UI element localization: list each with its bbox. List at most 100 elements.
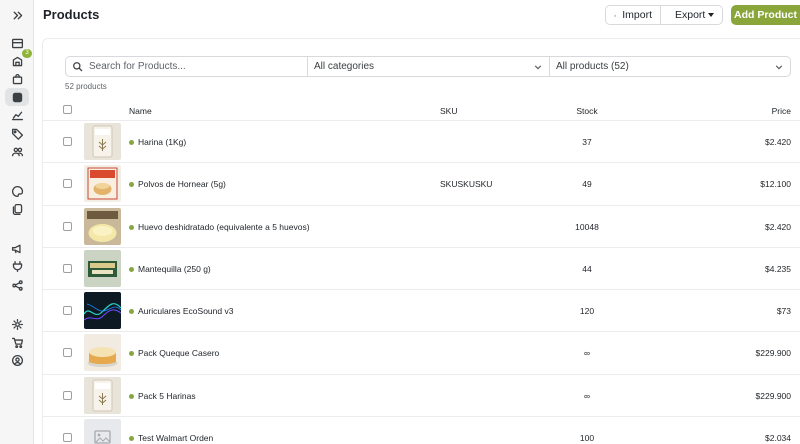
product-name[interactable]: Test Walmart Orden	[138, 433, 213, 443]
table-row[interactable]: Test Walmart Orden 100 $2.034	[43, 417, 800, 444]
pages-icon	[12, 203, 22, 215]
chevron-down-icon	[534, 63, 542, 71]
row-checkbox[interactable]	[63, 306, 72, 316]
sidebar-item-discounts[interactable]	[5, 124, 29, 142]
page-header: Products Import Export Add Product	[34, 0, 800, 34]
product-name[interactable]: Polvos de Hornear (5g)	[138, 179, 226, 189]
column-header-stock[interactable]: Stock	[543, 106, 631, 116]
filter-bar: All categories All products (52)	[65, 56, 791, 77]
sidebar-item-channels[interactable]	[5, 276, 29, 294]
cart-icon	[11, 337, 23, 348]
product-price: $73	[776, 306, 791, 317]
row-checkbox[interactable]	[63, 179, 72, 189]
page-title: Products	[43, 7, 100, 22]
status-dot	[129, 393, 134, 399]
product-name[interactable]: Mantequilla (250 g)	[138, 264, 211, 274]
import-icon	[614, 14, 616, 16]
expand-sidebar-button[interactable]	[5, 6, 29, 24]
sidebar-item-pages[interactable]	[5, 200, 29, 218]
product-stock: 49	[582, 179, 592, 190]
product-price: $12.100	[760, 179, 791, 190]
sidebar-item-design[interactable]	[5, 182, 29, 200]
product-stock: 10048	[575, 221, 599, 232]
product-thumbnail	[84, 249, 121, 287]
column-header-price[interactable]: Price	[772, 106, 791, 116]
status-dot	[129, 309, 134, 315]
import-label: Import	[622, 9, 652, 21]
product-stock: 120	[579, 306, 595, 317]
status-dot	[129, 266, 134, 272]
product-price: $4.235	[765, 263, 791, 274]
product-thumbnail	[84, 207, 121, 245]
product-thumbnail	[84, 292, 121, 330]
status-dot	[129, 436, 134, 442]
search-icon	[73, 62, 83, 72]
row-checkbox[interactable]	[63, 390, 72, 400]
sidebar-item-settings[interactable]	[5, 315, 29, 333]
product-name[interactable]: Huevo deshidratado (equivalente a 5 huev…	[138, 222, 310, 232]
sidebar-item-cart[interactable]	[5, 333, 29, 351]
table-row[interactable]: Pack Queque Casero ∞ $229.900	[43, 332, 800, 375]
customers-icon	[11, 147, 23, 156]
palette-icon	[11, 185, 23, 197]
product-stock: ∞	[583, 348, 591, 359]
product-price: $2.420	[765, 221, 791, 232]
table-header: Name SKU Stock Price	[43, 99, 800, 121]
product-price: $2.420	[765, 137, 791, 147]
account-icon	[11, 354, 23, 366]
sidebar-item-account[interactable]	[5, 351, 29, 369]
row-checkbox[interactable]	[63, 137, 72, 146]
product-name[interactable]: Pack Queque Casero	[138, 348, 219, 358]
sidebar-item-customers[interactable]	[5, 142, 29, 160]
expand-icon	[13, 11, 22, 19]
chevron-down-icon	[775, 63, 783, 71]
product-stock: 37	[582, 137, 592, 147]
store-icon	[11, 38, 23, 48]
product-thumbnail	[84, 419, 121, 444]
product-name[interactable]: Harina (1Kg)	[138, 137, 186, 147]
import-button[interactable]: Import	[605, 5, 661, 25]
table-row[interactable]: Mantequilla (250 g) 44 $4.235	[43, 248, 800, 291]
search-box	[66, 57, 307, 76]
share-icon	[11, 279, 23, 291]
status-dot	[129, 140, 134, 145]
select-all-checkbox[interactable]	[63, 105, 72, 114]
sidebar: 3	[0, 0, 34, 444]
table-row[interactable]: Harina (1Kg) 37 $2.420	[43, 121, 800, 164]
analytics-icon	[11, 111, 23, 120]
table-row[interactable]: Pack 5 Harinas ∞ $229.900	[43, 375, 800, 418]
row-checkbox[interactable]	[63, 263, 72, 273]
row-checkbox[interactable]	[63, 348, 72, 358]
orders-icon	[12, 56, 22, 66]
sidebar-item-bag[interactable]	[5, 70, 29, 88]
sidebar-item-orders[interactable]: 3	[5, 49, 32, 70]
product-thumbnail	[84, 334, 121, 372]
status-dot	[129, 224, 134, 230]
sidebar-item-products[interactable]	[5, 88, 29, 106]
table-row[interactable]: Auriculares EcoSound v3 120 $73	[43, 290, 800, 333]
orders-badge: 3	[22, 49, 32, 58]
sidebar-item-analytics[interactable]	[5, 106, 29, 124]
table-row[interactable]: Polvos de Hornear (5g) SKUSKUSKU 49 $12.…	[43, 163, 800, 206]
column-header-name[interactable]: Name	[129, 106, 152, 116]
product-sku: SKUSKUSKU	[440, 179, 493, 190]
sidebar-item-marketing[interactable]	[5, 239, 29, 257]
product-name[interactable]: Pack 5 Harinas	[138, 391, 196, 401]
product-price: $2.034	[765, 433, 791, 444]
tag-icon	[11, 128, 23, 140]
row-checkbox[interactable]	[63, 221, 72, 231]
products-panel: All categories All products (52) 52 prod…	[42, 38, 800, 444]
product-name[interactable]: Auriculares EcoSound v3	[138, 306, 233, 316]
row-checkbox[interactable]	[63, 433, 72, 443]
search-input[interactable]	[89, 61, 289, 72]
add-product-button[interactable]: Add Product	[731, 5, 800, 25]
settings-icon	[11, 318, 23, 330]
bag-icon	[12, 73, 22, 84]
sidebar-item-integrations[interactable]	[5, 257, 29, 275]
category-select[interactable]: All categories	[307, 57, 549, 76]
export-button[interactable]: Export	[660, 5, 723, 25]
product-status-select[interactable]: All products (52)	[549, 57, 790, 76]
product-thumbnail	[84, 123, 121, 160]
table-row[interactable]: Huevo deshidratado (equivalente a 5 huev…	[43, 206, 800, 248]
column-header-sku[interactable]: SKU	[440, 106, 457, 116]
